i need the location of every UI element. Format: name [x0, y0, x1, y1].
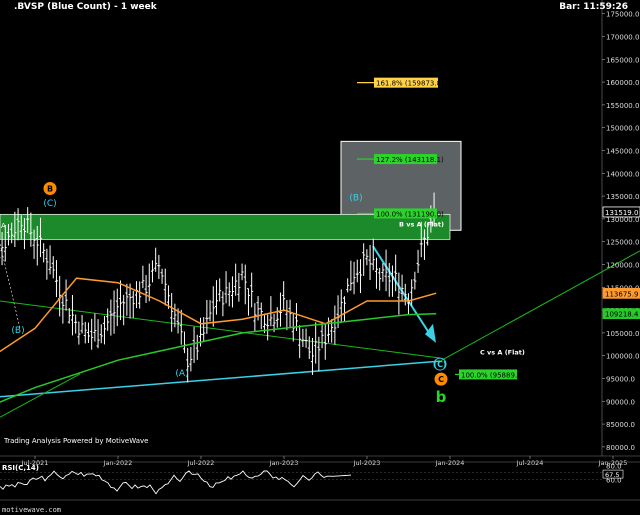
chart-title: .BVSP (Blue Count) - 1 week: [14, 2, 157, 12]
fib-label-text: 161.8% (159873.8): [376, 80, 444, 88]
y-tick-label: 155000.0: [606, 102, 639, 110]
powered-by-text: Trading Analysis Powered by MotiveWave: [3, 437, 148, 445]
wave-label: B: [47, 185, 53, 194]
bar-time: Bar: 11:59:26: [559, 2, 628, 12]
price-tag-text: 113675.9: [605, 290, 638, 298]
bar-time-value: 11:59:26: [583, 2, 628, 12]
bar-label: Bar:: [559, 2, 581, 12]
wave-label: (C): [433, 360, 446, 369]
rsi-title: RSI(C,14): [2, 464, 39, 472]
y-tick-label: 150000.0: [606, 125, 639, 133]
y-tick-label: 85000.0: [606, 421, 635, 429]
x-tick-label: Jul-2024: [516, 459, 544, 467]
y-tick-label: 125000.0: [606, 239, 639, 247]
chart-canvas[interactable]: 161.8% (159873.8) 127.2% (143118.1) 100.0%…: [0, 0, 640, 515]
x-tick-label: Jan-2023: [269, 459, 299, 467]
y-tick-label: 100000.0: [606, 353, 639, 361]
fib-label-text: 100.0% (95889.2): [461, 371, 525, 379]
x-tick-label: Jan-2024: [435, 459, 465, 467]
fib-label-text: 127.2% (143118.1): [376, 156, 444, 164]
y-tick-label: 160000.0: [606, 79, 639, 87]
x-tick-label: Jul-2023: [353, 459, 381, 467]
rsi-value-text: 67.5: [605, 471, 619, 479]
y-tick-label: 145000.0: [606, 147, 639, 155]
y-tick-label: 170000.0: [606, 33, 639, 41]
watermark-text: motivewave.com: [2, 506, 61, 514]
y-tick-label: 95000.0: [606, 375, 635, 383]
y-tick-label: 140000.0: [606, 170, 639, 178]
y-tick-label: 165000.0: [606, 56, 639, 64]
x-tick-label: Jan-2022: [103, 459, 133, 467]
fib-label-text: 100.0% (131190.0): [376, 210, 444, 218]
y-tick-label: 105000.0: [606, 330, 639, 338]
wave-label: (B): [349, 194, 362, 204]
annotation-a: A: [1, 222, 6, 230]
wave-label: C: [438, 375, 444, 384]
wave-label: b: [436, 388, 447, 406]
y-tick-label: 80000.0: [606, 444, 635, 452]
y-tick-label: 120000.0: [606, 261, 639, 269]
wave-label: (C): [43, 199, 56, 209]
price-tag-text: 131519.0: [605, 209, 638, 217]
wave-label: (B): [11, 326, 24, 336]
wave-label: (A): [175, 369, 188, 379]
y-tick-label: 90000.0: [606, 398, 635, 406]
annotation-c-vs-a: C vs A (Flat): [480, 348, 525, 356]
x-tick-label: Jul-2022: [187, 459, 215, 467]
y-tick-label: 135000.0: [606, 193, 639, 201]
price-tag-text: 109218.4: [605, 311, 639, 319]
annotation-b-vs-a: B vs A (Flat): [399, 221, 444, 229]
